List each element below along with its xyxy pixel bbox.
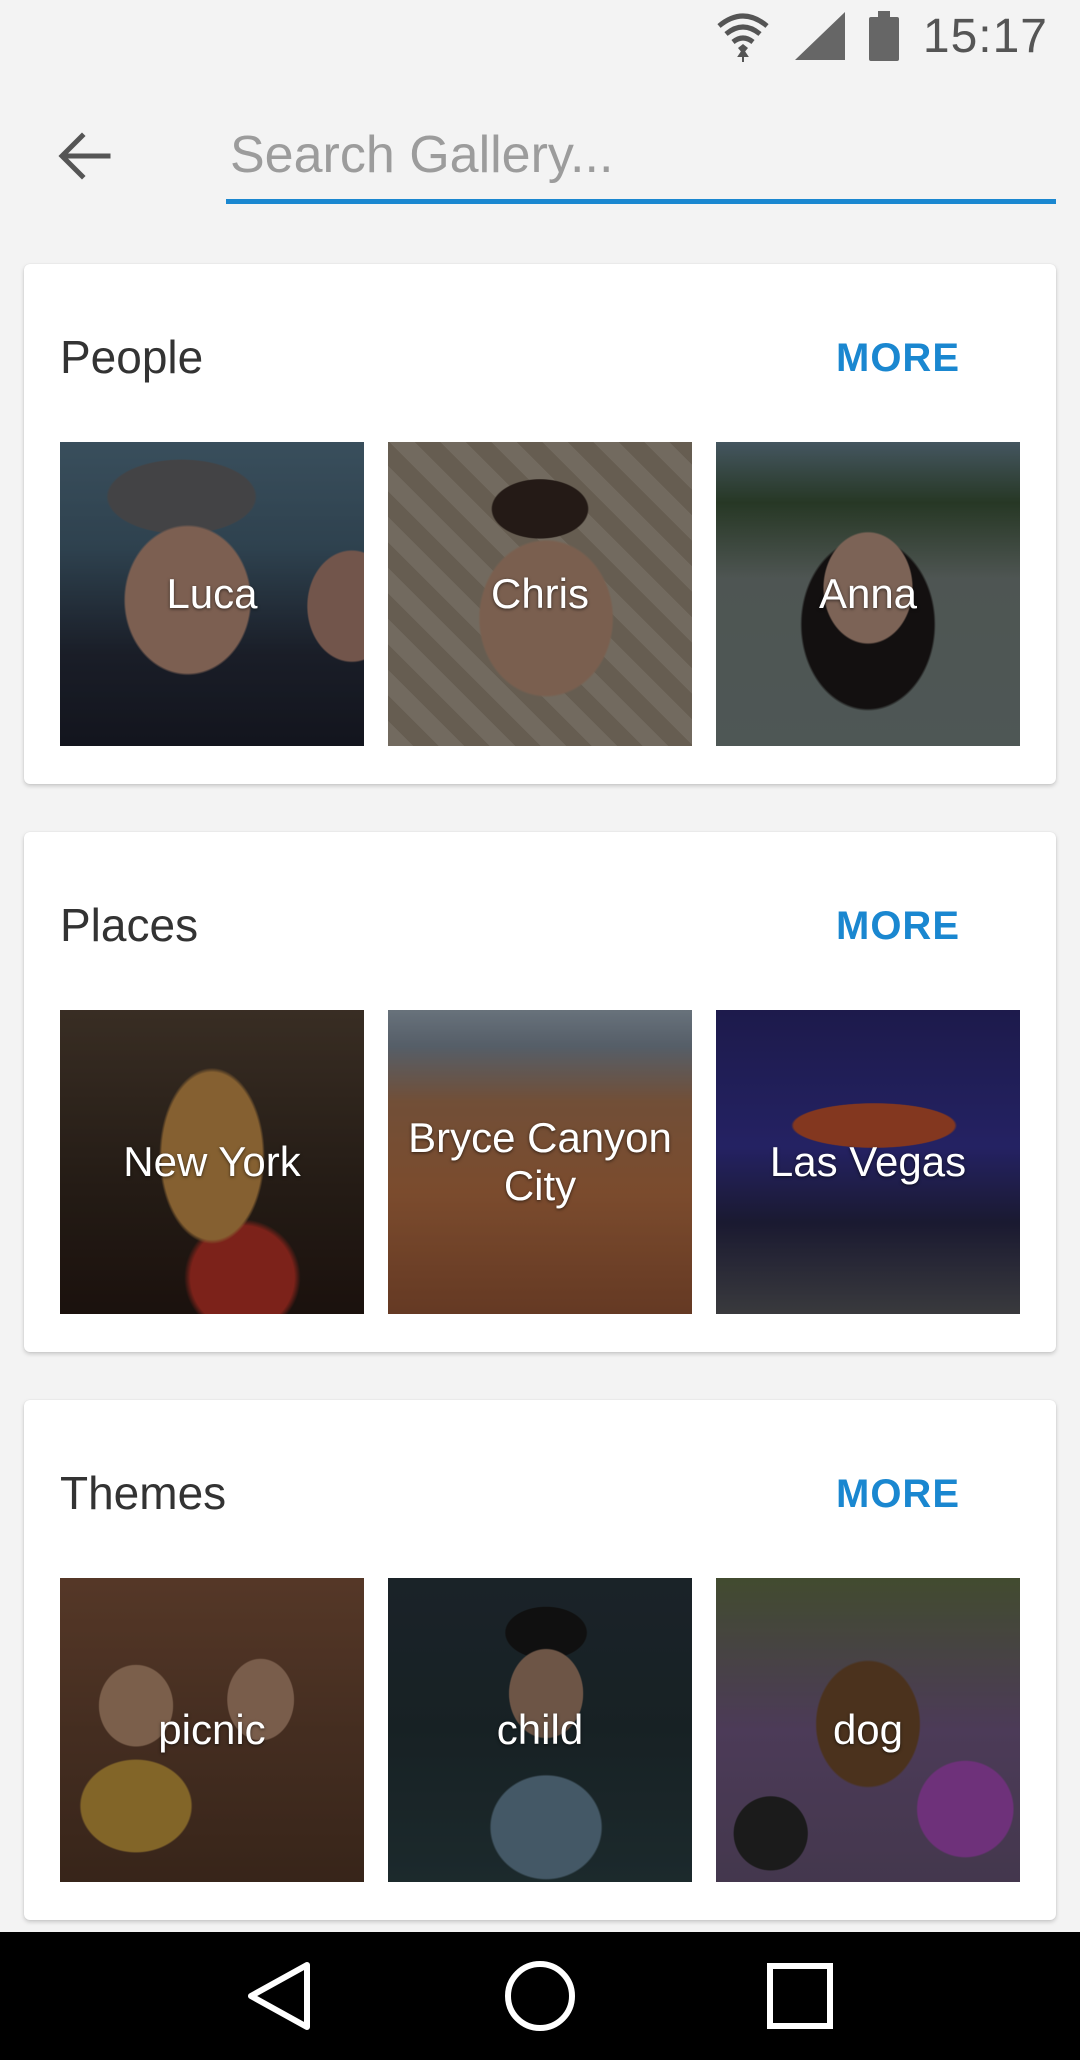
tile-label: Las Vegas (769, 1138, 967, 1185)
themes-card: Themes MORE picnic child dog (24, 1400, 1056, 1920)
wifi-icon (715, 10, 771, 62)
tile-label: picnic (158, 1706, 266, 1753)
tile-luca[interactable]: Luca (60, 442, 364, 746)
people-card: People MORE Luca Chris Anna (24, 264, 1056, 784)
nav-back-button[interactable] (225, 1941, 335, 2051)
section-title-people: People (60, 331, 204, 383)
people-tiles: Luca Chris Anna (60, 442, 1020, 746)
section-title-themes: Themes (60, 1467, 227, 1519)
nav-home-button[interactable] (485, 1941, 595, 2051)
battery-icon (868, 11, 899, 61)
search-field (226, 112, 1056, 204)
arrow-back-icon (58, 132, 111, 180)
signal-icon (794, 12, 845, 60)
tile-chris[interactable]: Chris (388, 442, 692, 746)
tile-picnic[interactable]: picnic (60, 1578, 364, 1882)
tile-label: dog (832, 1706, 904, 1753)
themes-more-button[interactable]: MORE (836, 1472, 960, 1517)
system-nav-bar (0, 1932, 1080, 2060)
status-time: 15:17 (922, 9, 1048, 63)
tile-las-vegas[interactable]: Las Vegas (716, 1010, 1020, 1314)
places-tiles: New York Bryce Canyon City Las Vegas (60, 1010, 1020, 1314)
gallery-search-screen: 15:17 People MORE Luca (0, 0, 1080, 2060)
home-circle-icon (505, 1961, 575, 2031)
nav-recents-button[interactable] (745, 1941, 855, 2051)
tile-anna[interactable]: Anna (716, 442, 1020, 746)
tile-child[interactable]: child (388, 1578, 692, 1882)
status-bar: 15:17 (0, 0, 1080, 72)
places-card: Places MORE New York Bryce Canyon City L… (24, 832, 1056, 1352)
tile-bryce-canyon-city[interactable]: Bryce Canyon City (388, 1010, 692, 1314)
tile-label: Anna (818, 570, 918, 617)
tile-new-york[interactable]: New York (60, 1010, 364, 1314)
search-input[interactable] (226, 112, 1056, 198)
themes-tiles: picnic child dog (60, 1578, 1020, 1882)
back-triangle-icon (248, 1962, 310, 2030)
tile-dog[interactable]: dog (716, 1578, 1020, 1882)
people-more-button[interactable]: MORE (836, 336, 960, 381)
section-title-places: Places (60, 899, 199, 951)
places-more-button[interactable]: MORE (836, 904, 960, 949)
tile-label: Chris (490, 570, 589, 617)
tile-label: New York (123, 1138, 301, 1185)
content-scroll[interactable]: People MORE Luca Chris Anna Places MORE … (0, 240, 1080, 1932)
recents-square-icon (767, 1963, 833, 2029)
tile-label: Luca (166, 570, 258, 617)
tile-label: child (496, 1706, 584, 1753)
back-button[interactable] (44, 116, 124, 196)
search-app-bar (0, 72, 1080, 240)
tile-label: Bryce Canyon City (408, 1114, 672, 1209)
